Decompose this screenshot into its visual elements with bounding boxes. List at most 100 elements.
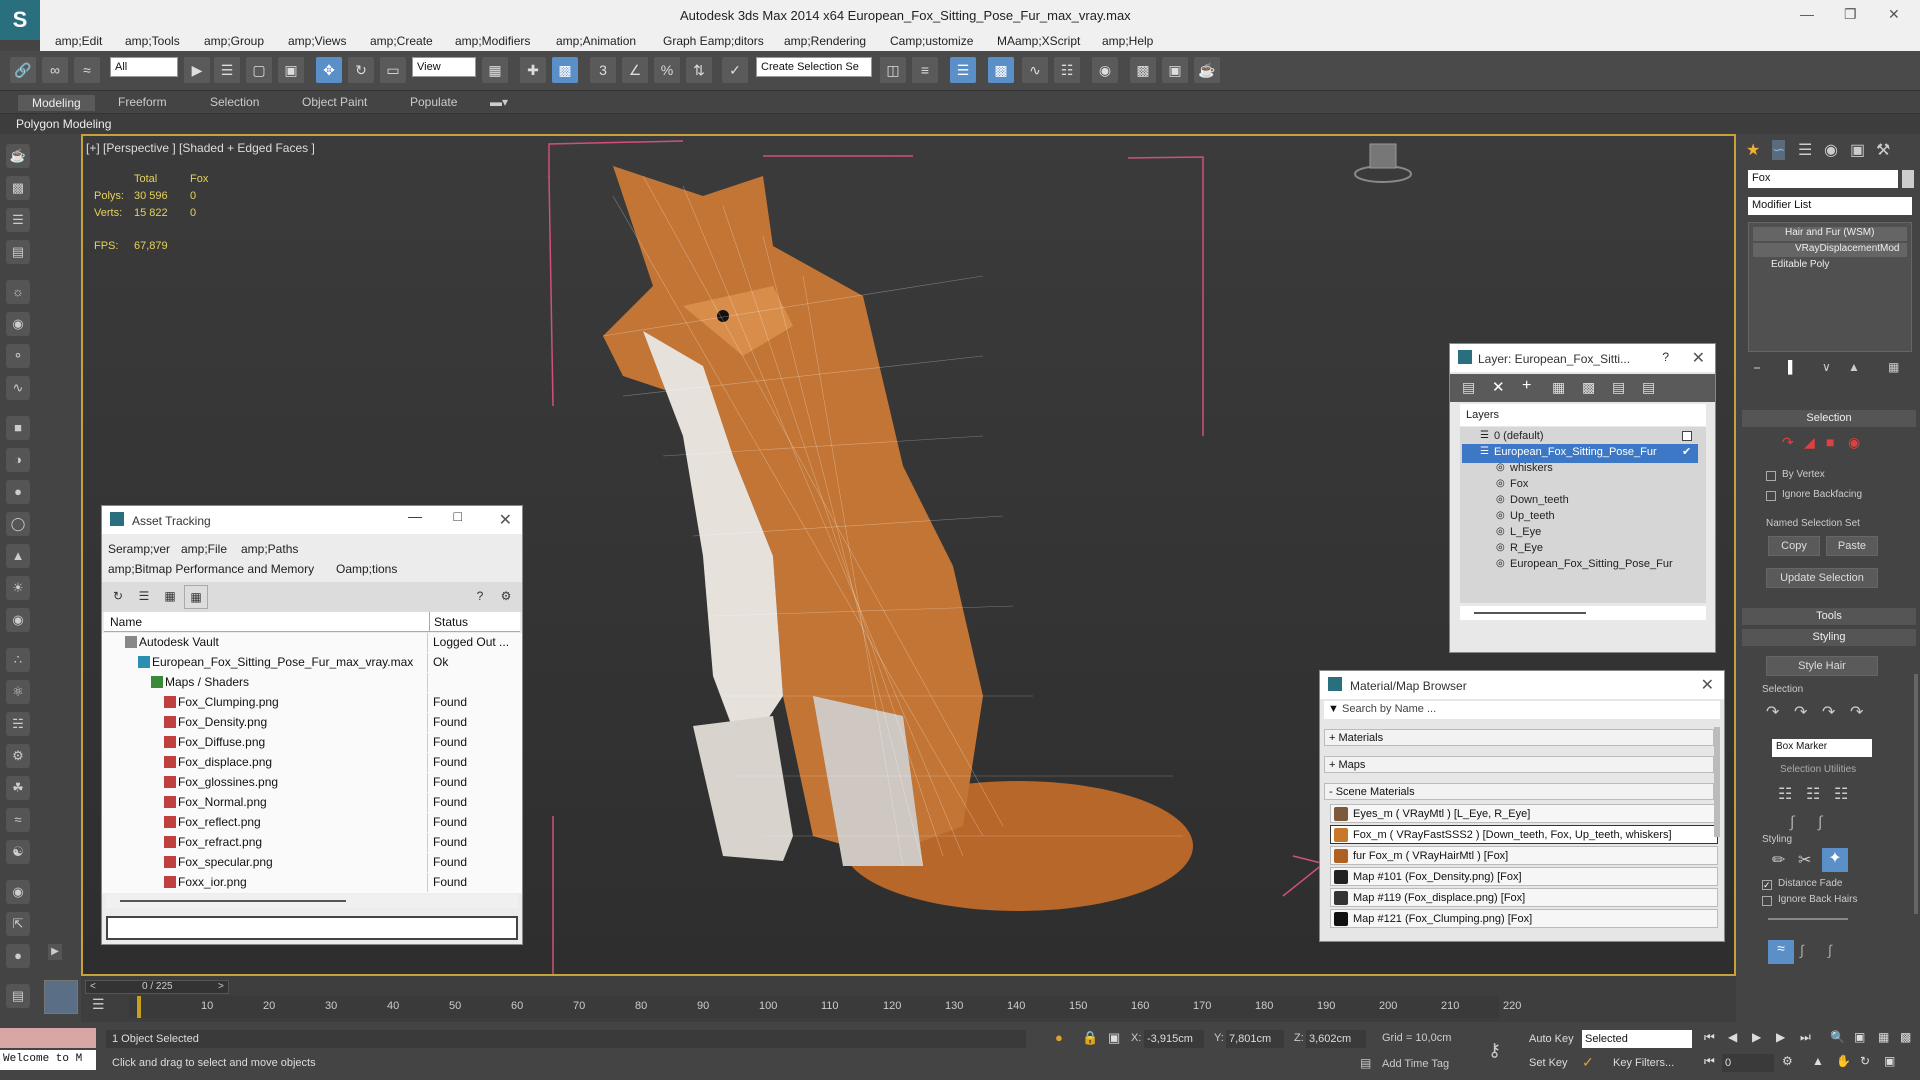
key-mode-toggle-icon[interactable]: ⏮ [1704,1054,1715,1069]
asset-row[interactable]: Fox_reflect.png Found [104,813,519,832]
delete-layer-icon[interactable]: ✕ [1492,378,1505,396]
object-color-swatch[interactable] [1902,170,1914,188]
update-selection-button[interactable]: Update Selection [1766,568,1878,588]
teapot-icon[interactable]: ☕ [6,144,30,168]
current-layer-checkbox[interactable] [1682,431,1692,441]
goto-start-icon[interactable]: ⏮ [1704,1030,1715,1045]
element-icon[interactable]: ◉ [1848,434,1860,451]
fov-icon[interactable]: ▲ [1812,1054,1824,1068]
ribbon-toggle-icon[interactable]: ▩ [988,57,1014,83]
tools-rollout-header[interactable]: Tools [1742,608,1916,625]
menu-animation[interactable]: amp;Animation [556,34,636,48]
refresh-icon[interactable]: ↻ [106,585,130,609]
asset-row[interactable]: Fox_glossines.png Found [104,773,519,792]
layers-header-label[interactable]: Layers [1466,409,1499,421]
hair-stand-icon[interactable]: ∫ [1800,942,1804,958]
window-crossing-icon[interactable]: ▣ [278,57,304,83]
freeze-all-icon[interactable]: ▤ [1642,379,1655,396]
set-key-icon[interactable]: ✓ [1582,1054,1594,1071]
box-icon[interactable]: ■ [6,416,30,440]
menu-file[interactable]: amp;File [181,542,227,556]
menu-options[interactable]: Oamp;tions [336,562,397,576]
utility-4-icon[interactable]: ∫ [1790,814,1794,832]
zoom-extents-all-icon[interactable]: ▩ [1900,1030,1911,1044]
modifier-hair-fur[interactable]: Hair and Fur (WSM) [1753,227,1907,241]
asset-row[interactable]: Fox_Density.png Found [104,713,519,732]
utilities-tab-icon[interactable]: ⚒ [1876,140,1890,160]
y-coordinate-field[interactable]: 7,801cm [1226,1030,1284,1048]
utility-3-icon[interactable]: ☷ [1834,784,1848,804]
play-icon[interactable]: ▶ [1752,1030,1761,1044]
cone-icon[interactable]: ▲ [6,544,30,568]
bind-spacewarp-icon[interactable]: ≈ [74,57,100,83]
material-item[interactable]: fur Fox_m ( VRayHairMtl ) [Fox] [1330,846,1718,865]
pan-icon[interactable]: ✋ [1836,1054,1851,1068]
maps-group[interactable]: + Maps [1324,756,1714,773]
menu-tools[interactable]: amp;Tools [125,34,180,48]
link-icon[interactable]: 🔗 [10,57,36,83]
move-icon[interactable]: ✥ [316,57,342,83]
timeline-ruler[interactable]: 10 20 30 40 50 60 70 80 90 100 110 120 130 140 150 160 1… [129,996,1521,1018]
column-status[interactable]: Status [434,615,468,629]
horizontal-scrollbar[interactable] [106,894,518,908]
material-item[interactable]: Map #119 (Fox_displace.png) [Fox] [1330,888,1718,907]
distance-fade-checkbox[interactable]: ✓ [1762,880,1772,890]
keyboard-shortcut-icon[interactable]: ▩ [552,57,578,83]
hair-brush-icon[interactable]: ✏ [1772,850,1785,870]
ignore-backfacing-checkbox[interactable] [1766,491,1776,501]
absolute-mode-icon[interactable]: ▣ [1108,1030,1120,1046]
ribbon-options-icon[interactable]: ▬▾ [490,95,508,109]
reference-coord-dropdown[interactable]: View [412,57,476,77]
close-icon[interactable]: ✕ [1692,348,1705,368]
scale-icon[interactable]: ▭ [380,57,406,83]
viewcube-icon[interactable] [1354,143,1412,183]
curve-editor-icon[interactable]: ∿ [1022,57,1048,83]
invert-select-icon[interactable]: ↷ [1850,702,1863,722]
geosphere-icon[interactable]: ◉ [6,608,30,632]
material-item[interactable]: Eyes_m ( VRayMtl ) [L_Eye, R_Eye] [1330,804,1718,823]
utility-1-icon[interactable]: ☷ [1778,784,1792,804]
asset-row[interactable]: Fox_Clumping.png Found [104,693,519,712]
thumbnail-view-icon[interactable]: ▦ [158,585,182,609]
modifier-vray-displacement[interactable]: VRayDisplacementMod [1753,243,1907,257]
goto-end-icon[interactable]: ⏭ [1800,1030,1811,1045]
export-icon[interactable]: ⇱ [6,912,30,936]
layer-item[interactable]: ◎ European_Fox_Sitting_Pose_Fur [1462,556,1698,575]
display-tab-icon[interactable]: ▣ [1850,140,1865,160]
column-name[interactable]: Name [110,615,142,629]
app-logo-icon[interactable]: S [0,0,40,40]
menu-modifiers[interactable]: amp;Modifiers [455,34,530,48]
help-button[interactable]: ? [1662,350,1669,364]
add-to-layer-icon[interactable]: + [1522,377,1531,395]
tab-object-paint[interactable]: Object Paint [302,95,367,109]
maxscript-listener-pink[interactable] [0,1028,96,1048]
polygon-icon[interactable]: ■ [1826,434,1834,450]
menu-paths[interactable]: amp;Paths [241,542,298,556]
grass-icon[interactable]: ☘ [6,776,30,800]
asset-path-field[interactable] [106,916,518,940]
menu-maxscript[interactable]: MAamp;XScript [997,34,1080,48]
menu-views[interactable]: amp;Views [288,34,346,48]
restore-icon[interactable]: ❐ [1844,6,1857,23]
menu-rendering[interactable]: amp;Rendering [784,34,866,48]
ignore-back-hairs-checkbox[interactable] [1762,896,1772,906]
sphere-icon[interactable]: ● [6,480,30,504]
selection-rollout-header[interactable]: Selection [1742,410,1916,427]
current-frame-field[interactable]: 0 [1722,1054,1774,1072]
paste-button[interactable]: Paste [1826,536,1878,556]
named-selection-dropdown[interactable]: Create Selection Se [756,57,872,77]
tab-selection[interactable]: Selection [210,95,259,109]
copy-button[interactable]: Copy [1768,536,1820,556]
modifier-list-dropdown[interactable]: Modifier List [1748,197,1912,215]
help-icon[interactable]: ? [468,585,492,609]
bone-icon[interactable]: ☵ [6,712,30,736]
materials-group[interactable]: + Materials [1324,729,1714,746]
viewport-label[interactable]: [+] [Perspective ] [Shaded + Edged Faces… [86,141,315,155]
layer-manager-icon[interactable]: ☰ [950,57,976,83]
prev-key-icon[interactable]: ◀ [1728,1030,1737,1044]
asset-row[interactable]: Fox_Normal.png Found [104,793,519,812]
select-object-icon[interactable]: ▶ [184,57,210,83]
highlight-layer-icon[interactable]: ▩ [1582,379,1595,396]
face-icon[interactable]: ◢ [1804,434,1815,451]
scene-materials-group[interactable]: - Scene Materials [1324,783,1714,800]
